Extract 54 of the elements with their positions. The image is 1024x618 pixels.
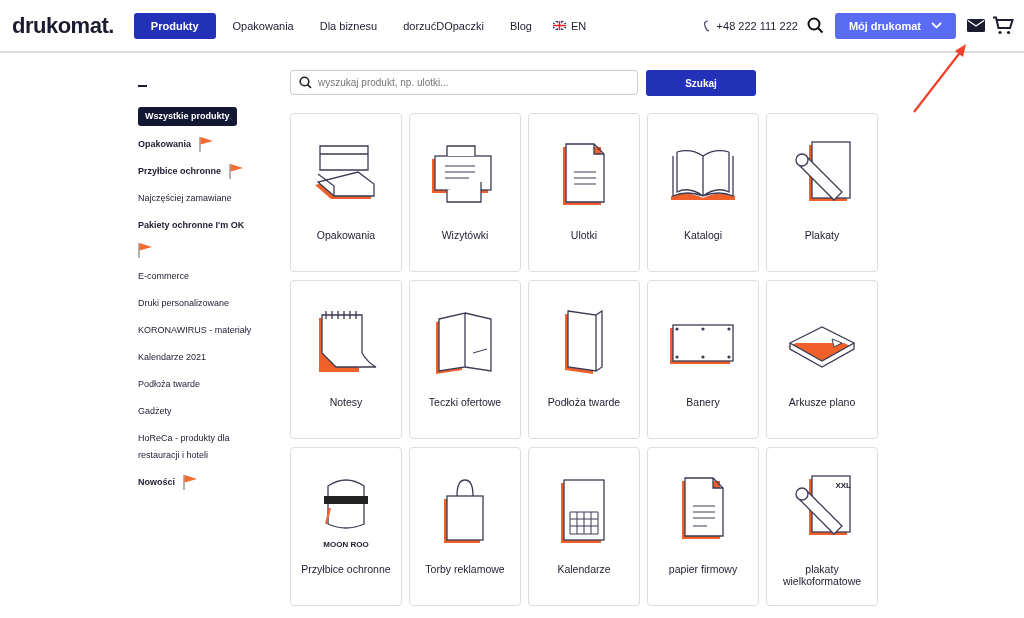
- product-label: Opakowania: [315, 229, 377, 241]
- category-link[interactable]: E-commerce: [138, 268, 189, 285]
- category-link[interactable]: Podłoża twarde: [138, 376, 201, 393]
- nav-link[interactable]: Blog: [500, 13, 541, 38]
- category-link[interactable]: HoReCa - produkty dla restauracji i hoteli: [138, 430, 263, 464]
- product-card[interactable]: Plakaty: [766, 113, 878, 272]
- product-card[interactable]: Ulotki: [528, 113, 640, 272]
- product-card[interactable]: Kalendarze: [528, 447, 640, 606]
- language-link[interactable]: EN: [570, 19, 587, 32]
- nav-link[interactable]: Dla biznesu: [310, 13, 387, 38]
- product-card[interactable]: Podłoża twarde: [528, 280, 640, 439]
- category-link[interactable]: Przyłbice ochronne: [138, 163, 222, 180]
- category-link[interactable]: Wszystkie produkty: [138, 107, 237, 126]
- category-link[interactable]: Kalendarze 2021: [138, 349, 207, 366]
- product-label: Banery: [685, 396, 721, 408]
- nav-link[interactable]: Opakowania: [223, 13, 303, 38]
- category-link[interactable]: Gadżety: [138, 403, 172, 420]
- product-card[interactable]: Katalogi: [647, 113, 759, 272]
- product-label: Teczki ofertowe: [427, 396, 503, 408]
- product-card[interactable]: Arkusze plano: [766, 280, 878, 439]
- logo[interactable]: drukomat.: [12, 12, 114, 39]
- product-label: Ulotki: [569, 229, 599, 241]
- category-link[interactable]: Opakowania: [138, 136, 191, 153]
- account-button[interactable]: Mój drukomat: [834, 12, 956, 39]
- product-label: Wizytówki: [440, 229, 490, 241]
- product-card[interactable]: Torby reklamowe: [409, 447, 521, 606]
- category-link[interactable]: Pakiety ochronne I'm OK: [138, 217, 245, 234]
- product-card[interactable]: Teczki ofertowe: [409, 280, 521, 439]
- product-label: Podłoża twarde: [546, 396, 622, 408]
- product-label: Notesy: [328, 396, 364, 408]
- search-button[interactable]: Szukaj: [646, 70, 756, 96]
- product-card[interactable]: Opakowania: [290, 113, 402, 272]
- product-label: plakaty wielkoformatowe: [781, 563, 863, 587]
- product-label: Plakaty: [803, 229, 841, 241]
- product-label: Katalogi: [683, 229, 723, 241]
- category-link[interactable]: KORONAWIRUS - materiały: [138, 322, 252, 339]
- product-label: papier firmowy: [667, 563, 739, 575]
- nav-link[interactable]: Produkty: [133, 12, 216, 39]
- product-label: Kalendarze: [556, 563, 612, 575]
- product-card[interactable]: papier firmowy: [647, 447, 759, 606]
- product-card[interactable]: MOON ROO Przyłbice ochronne: [290, 447, 402, 606]
- search-field[interactable]: wyszukaj produkt, np. ulotki...: [290, 70, 638, 95]
- product-label: Torby reklamowe: [424, 563, 506, 575]
- product-card[interactable]: Wizytówki: [409, 113, 521, 272]
- phone-number[interactable]: +48 222 111 222: [716, 19, 798, 32]
- product-card[interactable]: Notesy: [290, 280, 402, 439]
- category-link[interactable]: Najczęściej zamawiane: [138, 190, 232, 207]
- product-label: Arkusze plano: [787, 396, 857, 408]
- category-link[interactable]: Druki personalizowane: [138, 295, 230, 312]
- product-label: Przyłbice ochronne: [300, 563, 392, 575]
- product-mark-text: MOON ROO: [323, 540, 369, 549]
- product-card[interactable]: Banery: [647, 280, 759, 439]
- nav-link[interactable]: dorzućDOpaczki: [394, 13, 493, 38]
- category-link[interactable]: Nowości: [138, 474, 175, 491]
